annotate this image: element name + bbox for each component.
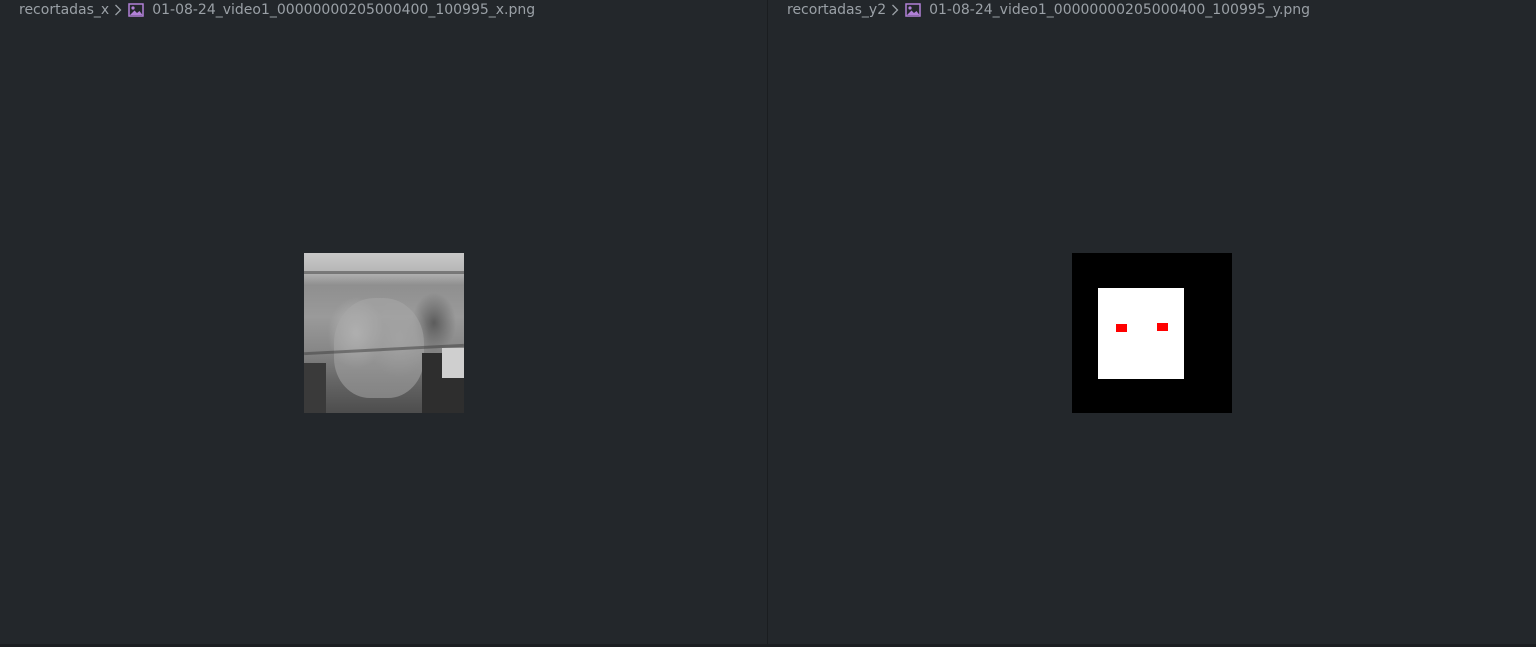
right-editor-pane[interactable]: recortadas_y2 01-08-24_video1_0000000020… (768, 0, 1536, 647)
left-editor-pane[interactable]: recortadas_x 01-08-24_video1_00000000205… (0, 0, 767, 647)
chevron-right-icon (114, 4, 122, 16)
mask-red-marker (1116, 324, 1127, 332)
photo-dark-region (304, 363, 326, 413)
breadcrumb-folder[interactable]: recortadas_y2 (787, 2, 886, 18)
breadcrumb-file[interactable]: 01-08-24_video1_00000000205000400_100995… (905, 2, 1310, 18)
image-preview-y (1072, 253, 1232, 413)
breadcrumb-file-label: 01-08-24_video1_00000000205000400_100995… (152, 2, 536, 18)
chevron-right-icon (891, 4, 899, 16)
image-file-icon (128, 3, 144, 17)
breadcrumb: recortadas_x 01-08-24_video1_00000000205… (19, 0, 535, 20)
mask-white-region (1098, 288, 1184, 379)
photo-band (304, 271, 464, 274)
breadcrumb-file[interactable]: 01-08-24_video1_00000000205000400_100995… (128, 2, 535, 18)
mask-red-marker (1157, 323, 1168, 331)
editor-area: recortadas_x 01-08-24_video1_00000000205… (0, 0, 1536, 647)
breadcrumb-file-label: 01-08-24_video1_00000000205000400_100995… (929, 2, 1311, 18)
breadcrumb-folder[interactable]: recortadas_x (19, 2, 109, 18)
photo-light-region (442, 348, 464, 378)
image-preview-x (304, 253, 464, 413)
image-file-icon (905, 3, 921, 17)
breadcrumb: recortadas_y2 01-08-24_video1_0000000020… (787, 0, 1310, 20)
